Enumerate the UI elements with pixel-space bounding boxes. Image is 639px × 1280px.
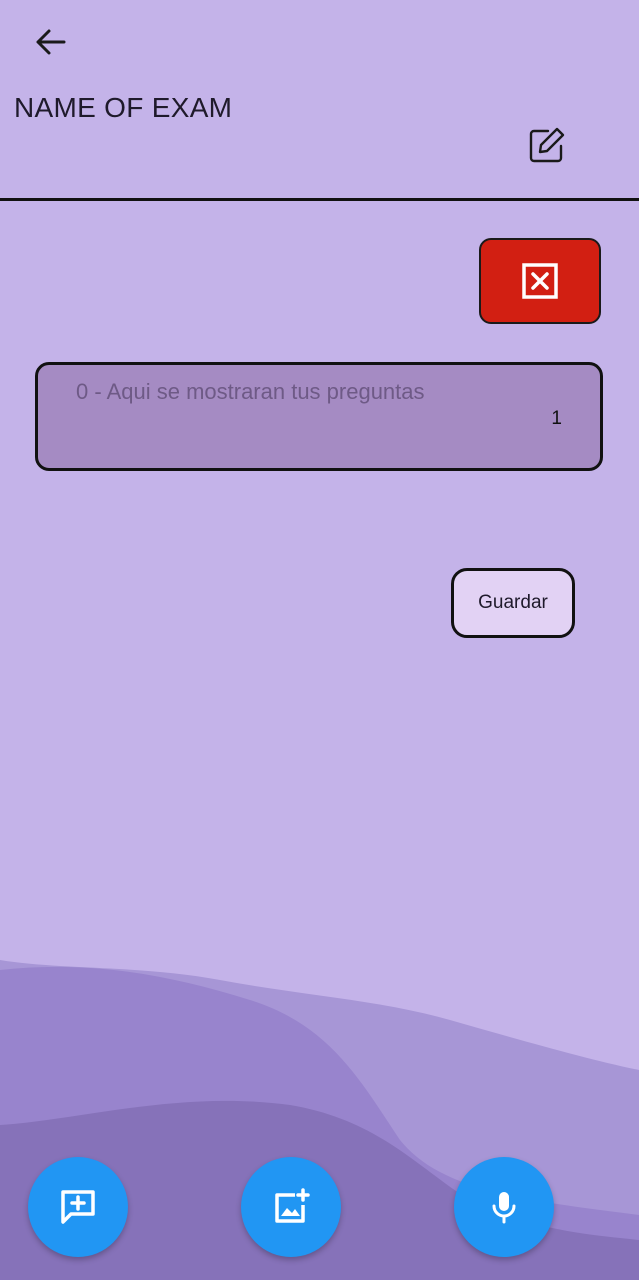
add-image-button[interactable]	[241, 1157, 341, 1257]
mic-icon	[492, 1192, 516, 1224]
add-photo-icon	[275, 1188, 310, 1223]
back-button[interactable]	[26, 22, 74, 62]
page-title: NAME OF EXAM	[14, 92, 233, 123]
arrow-back-icon	[36, 29, 66, 55]
header-divider	[0, 198, 639, 201]
add-comment-icon	[61, 1190, 95, 1224]
delete-button[interactable]	[479, 238, 601, 324]
question-card[interactable]: 0 - Aqui se mostraran tus preguntas 1	[35, 362, 603, 471]
add-question-button[interactable]	[28, 1157, 128, 1257]
edit-note-icon	[529, 127, 565, 163]
save-button[interactable]: Guardar	[451, 568, 575, 638]
question-count: 1	[551, 408, 562, 429]
close-box-icon	[522, 263, 558, 299]
record-audio-button[interactable]	[454, 1157, 554, 1257]
question-placeholder: 0 - Aqui se mostraran tus preguntas	[76, 379, 425, 404]
edit-button[interactable]	[526, 124, 568, 166]
